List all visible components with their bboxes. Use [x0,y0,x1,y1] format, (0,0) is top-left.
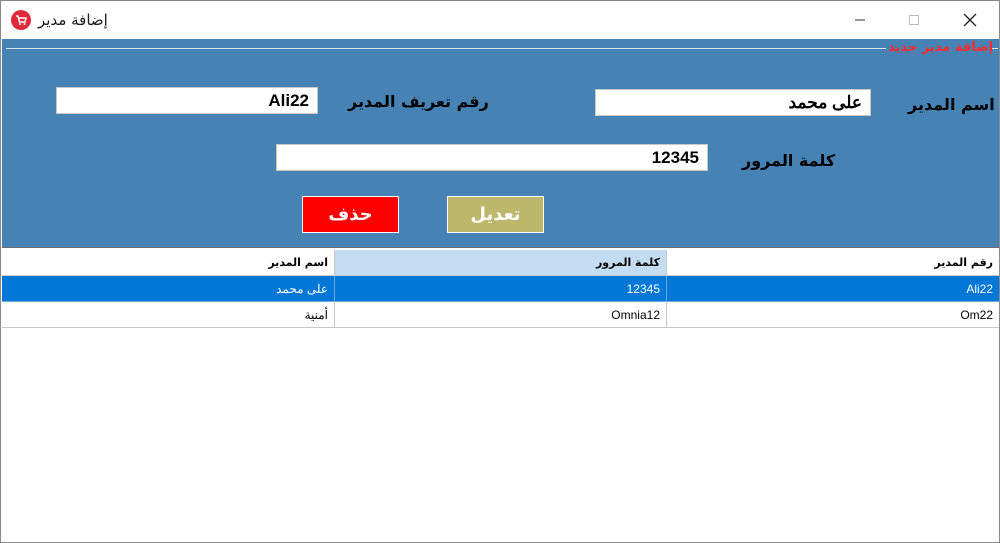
cell-password[interactable]: Omnia12 [335,302,667,328]
cell-password[interactable]: 12345 [335,276,667,302]
cell-id[interactable]: Om22 [667,302,999,328]
table-row[interactable]: على محمد 12345 Ali22 [2,276,999,302]
minimize-button[interactable] [837,1,883,39]
title-bar: إضافة مدير [1,1,999,39]
edit-button[interactable]: تعديل [447,196,544,233]
cell-name[interactable]: على محمد [2,276,335,302]
group-title: إضافة مدير جديد [888,40,994,55]
password-input[interactable]: 12345 [276,144,708,171]
manager-id-label: رقم تعريف المدير [348,92,489,111]
column-header-name[interactable]: اسم المدير [2,250,335,276]
window-title: إضافة مدير [38,11,108,29]
add-manager-window: إضافة مدير إضافة مدير جديد Ali22 رقم تعر… [0,0,1000,543]
column-header-id[interactable]: رقم المدير [667,250,999,276]
close-icon [963,13,977,27]
manager-id-input[interactable]: Ali22 [56,87,318,114]
close-button[interactable] [947,1,993,39]
grid-header-row: اسم المدير كلمة المرور رقم المدير [2,250,999,276]
delete-button[interactable]: حذف [302,196,399,233]
column-header-password[interactable]: كلمة المرور [335,250,667,276]
table-row[interactable]: أمنية Omnia12 Om22 [2,302,999,328]
password-label: كلمة المرور [742,151,836,170]
cart-icon [11,10,31,30]
cell-id[interactable]: Ali22 [667,276,999,302]
maximize-button[interactable] [891,1,937,39]
manager-name-label: اسم المدير [908,95,995,114]
managers-grid[interactable]: اسم المدير كلمة المرور رقم المدير على مح… [2,247,999,542]
manager-form-panel: إضافة مدير جديد Ali22 رقم تعريف المدير ع… [2,39,999,247]
group-box-border [6,48,886,49]
cell-name[interactable]: أمنية [2,302,335,328]
manager-name-input[interactable]: على محمد [595,89,871,116]
